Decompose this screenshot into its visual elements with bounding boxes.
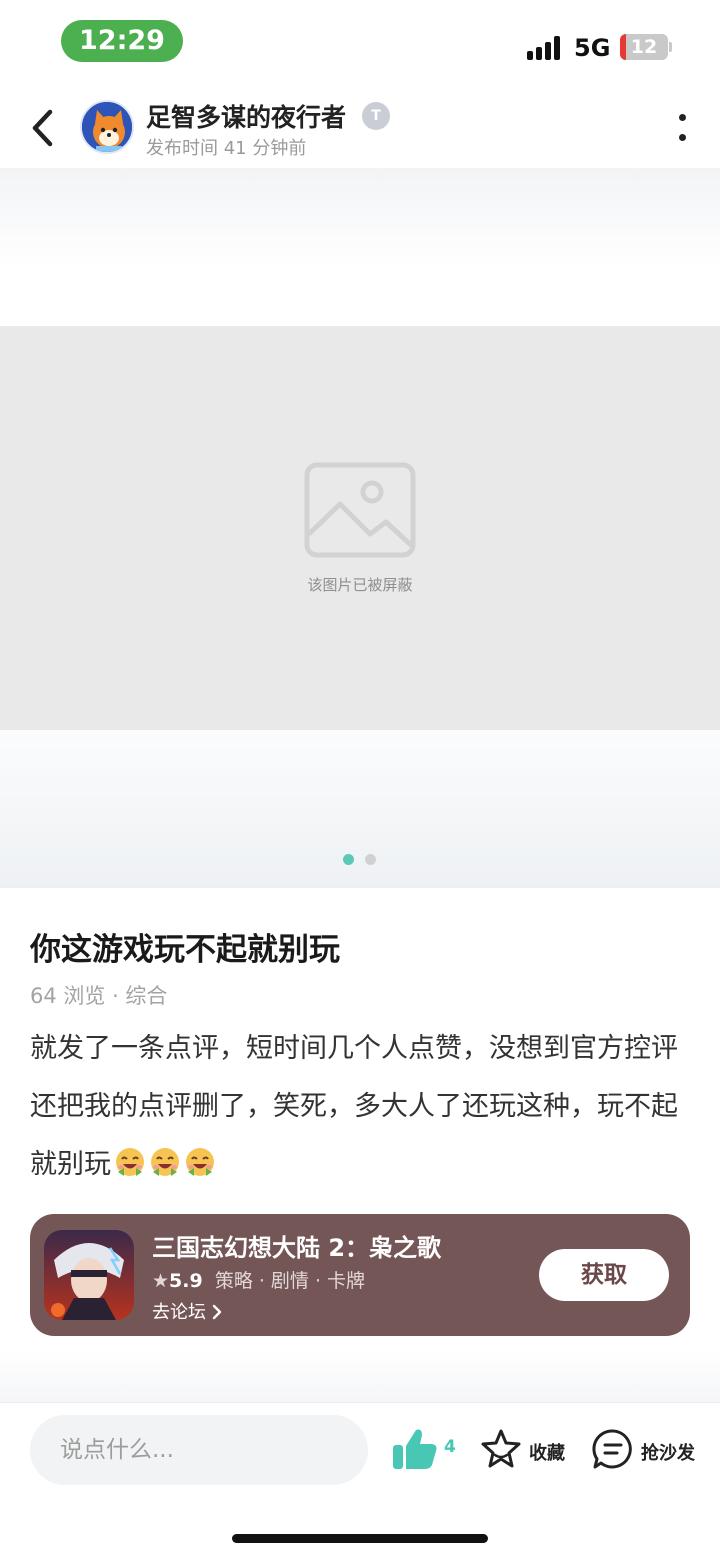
post-detail-page: 12:29 5G 12 足智多谋的夜行者 T 发布时间 41 分钟前 该图片已被… xyxy=(0,0,720,1558)
game-icon[interactable] xyxy=(44,1230,134,1320)
sofa-label: 抢沙发 xyxy=(641,1443,695,1464)
laughing-emoji-icon xyxy=(151,1148,179,1176)
more-options-button[interactable] xyxy=(672,110,692,146)
signal-icon xyxy=(527,36,563,60)
image-carousel[interactable]: 该图片已被屏蔽 xyxy=(0,168,720,888)
chevron-left-icon xyxy=(32,109,53,147)
section-divider xyxy=(0,1350,720,1402)
home-indicator xyxy=(232,1534,488,1543)
star-outline-icon xyxy=(481,1429,521,1468)
game-name: 三国志幻想大陆 2：枭之歌 xyxy=(152,1234,442,1262)
forum-link[interactable]: 去论坛 xyxy=(152,1298,222,1324)
game-card[interactable]: 三国志幻想大陆 2：枭之歌 ★5.9 策略 · 剧情 · 卡牌 去论坛 获取 xyxy=(30,1214,690,1336)
game-tags: 策略 · 剧情 · 卡牌 xyxy=(214,1270,366,1292)
post-title: 你这游戏玩不起就别玩 xyxy=(30,932,340,968)
like-count: 4 xyxy=(444,1437,456,1457)
like-button[interactable]: 4 xyxy=(392,1427,462,1471)
avatar[interactable] xyxy=(80,100,134,154)
laughing-emoji-icon xyxy=(186,1148,214,1176)
battery-level: 12 xyxy=(630,36,658,58)
author-name[interactable]: 足智多谋的夜行者 xyxy=(146,98,346,134)
game-rating: 5.9 xyxy=(169,1270,203,1292)
sofa-comment-button[interactable]: 抢沙发 xyxy=(592,1427,712,1471)
comment-input[interactable]: 说点什么... xyxy=(30,1415,368,1485)
carousel-dot[interactable] xyxy=(365,854,376,865)
game-character-icon xyxy=(44,1230,134,1320)
battery-icon: 12 xyxy=(620,34,668,60)
comment-bubble-icon xyxy=(592,1429,632,1469)
post-time: 发布时间 41 分钟前 xyxy=(146,138,307,159)
post-meta: 64 浏览 · 综合 xyxy=(30,984,168,1008)
level-badge: T xyxy=(362,102,390,130)
carousel-dot[interactable] xyxy=(343,854,354,865)
post-body: 就发了一条点评，短时间几个人点赞，没想到官方控评还把我的点评删了，笑死，多大人了… xyxy=(30,1020,690,1194)
more-dot-icon xyxy=(679,114,686,121)
thumbs-up-icon xyxy=(393,1429,437,1469)
laughing-emoji-icon xyxy=(116,1148,144,1176)
shiba-avatar-icon xyxy=(82,102,132,152)
more-dot-icon xyxy=(679,134,686,141)
star-icon: ★ xyxy=(152,1270,170,1292)
bottom-action-bar: 说点什么... 4 收藏 抢沙发 xyxy=(0,1402,720,1558)
favorite-button[interactable]: 收藏 xyxy=(480,1427,580,1471)
post-header: 足智多谋的夜行者 T 发布时间 41 分钟前 xyxy=(0,88,720,168)
forum-link-label: 去论坛 xyxy=(152,1302,206,1323)
blocked-image: 该图片已被屏蔽 xyxy=(0,326,720,730)
chevron-right-icon xyxy=(212,1304,221,1320)
get-game-button[interactable]: 获取 xyxy=(539,1249,669,1301)
back-button[interactable] xyxy=(26,106,60,150)
image-placeholder-icon xyxy=(304,462,416,558)
game-info: ★5.9 策略 · 剧情 · 卡牌 xyxy=(152,1266,365,1293)
network-type: 5G xyxy=(574,34,611,62)
status-time: 12:29 xyxy=(61,20,183,62)
blocked-image-text: 该图片已被屏蔽 xyxy=(307,576,413,594)
carousel-indicator xyxy=(343,854,383,866)
favorite-label: 收藏 xyxy=(529,1443,565,1464)
status-bar: 12:29 5G 12 xyxy=(0,0,720,88)
battery-cap xyxy=(669,42,672,52)
